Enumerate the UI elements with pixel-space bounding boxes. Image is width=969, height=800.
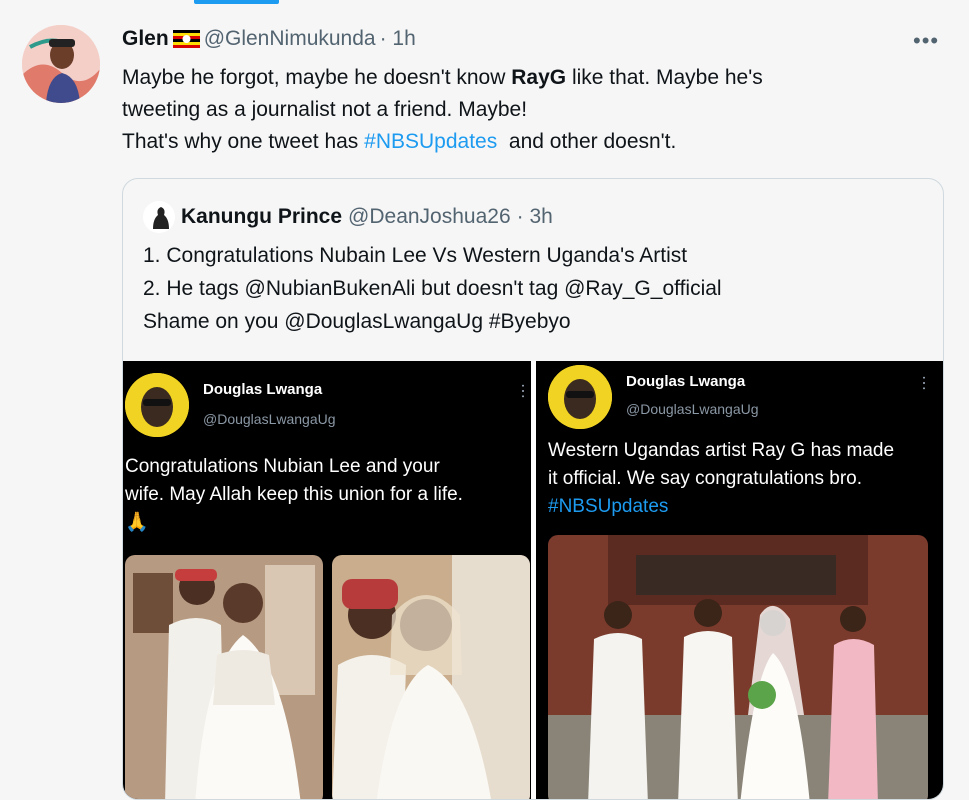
media-image-left[interactable]: Douglas Lwanga @DouglasLwangaUg ⋯ Congra… — [123, 361, 531, 799]
tweet-text: Maybe he forgot, maybe he doesn't know R… — [122, 62, 942, 158]
left-panel-text-line-1: Congratulations Nubian Lee and your — [125, 456, 440, 477]
active-tab-indicator — [194, 0, 279, 4]
text-segment: and other doesn't. — [497, 130, 677, 153]
right-panel-text-line-1: Western Ugandas artist Ray G has made — [548, 440, 895, 461]
wedding-photo-1-image — [125, 555, 323, 799]
hashtag-link[interactable]: #NBSUpdates — [364, 130, 497, 153]
author-handle[interactable]: @GlenNimukunda — [204, 27, 376, 51]
left-panel-text-line-3: 🙏 — [125, 512, 149, 533]
quoted-text-line-2: 2. He tags @NubianBukenAli but doesn't t… — [143, 277, 722, 300]
quoted-media: Douglas Lwanga @DouglasLwangaUg ⋯ Congra… — [123, 361, 943, 799]
quoted-timestamp[interactable]: · 3h — [517, 205, 553, 229]
text-bold-segment: RayG — [511, 66, 567, 89]
quoted-text-line-3: Shame on you @DouglasLwangaUg #Byebyo — [143, 310, 571, 333]
right-panel-more-icon: ⋯ — [915, 375, 932, 391]
left-panel-text-line-2: wife. May Allah keep this union for a li… — [125, 484, 463, 505]
wedding-photo-1 — [125, 555, 323, 799]
tweet-text-line-1: Maybe he forgot, maybe he doesn't know R… — [122, 62, 942, 94]
tweet-text-line-3: That's why one tweet has #NBSUpdates and… — [122, 126, 942, 158]
more-options-icon[interactable]: ••• — [913, 28, 939, 54]
quoted-tweet-text: 1. Congratulations Nubain Lee Vs Western… — [143, 239, 722, 338]
media-image-right[interactable]: Douglas Lwanga @DouglasLwangaUg ⋯ Wester… — [536, 361, 943, 799]
douglas-avatar — [125, 373, 189, 437]
right-panel-text: Western Ugandas artist Ray G has made it… — [548, 437, 894, 521]
avatar[interactable] — [22, 25, 100, 103]
right-panel-author-name: Douglas Lwanga — [626, 373, 746, 390]
author-name[interactable]: Glen — [122, 27, 169, 51]
wedding-photo-2-image — [332, 555, 530, 799]
quoted-author-name[interactable]: Kanungu Prince — [181, 205, 342, 229]
douglas-avatar-illustration — [548, 365, 612, 429]
quoted-author-avatar[interactable] — [143, 201, 175, 233]
douglas-avatar-illustration — [125, 373, 189, 437]
tweet-text-line-2: tweeting as a journalist not a friend. M… — [122, 98, 528, 121]
quoted-text-line-1: 1. Congratulations Nubain Lee Vs Western… — [143, 244, 688, 267]
right-panel-hashtag: #NBSUpdates — [548, 496, 669, 517]
right-panel-text-line-2: it official. We say congratulations bro. — [548, 468, 863, 489]
left-panel-author-name: Douglas Lwanga — [203, 381, 323, 398]
douglas-avatar — [548, 365, 612, 429]
quoted-tweet-header: Kanungu Prince @DeanJoshua26 · 3h — [143, 201, 553, 233]
text-segment: like that. Maybe he's — [566, 66, 763, 89]
wedding-group-photo — [548, 535, 928, 799]
wedding-group-photo-image — [548, 535, 928, 799]
left-panel-text: Congratulations Nubian Lee and your wife… — [125, 453, 463, 537]
text-segment: Maybe he forgot, maybe he doesn't know — [122, 66, 512, 89]
quoted-tweet[interactable]: Kanungu Prince @DeanJoshua26 · 3h 1. Con… — [122, 178, 944, 800]
wedding-photo-2 — [332, 555, 530, 799]
tweet-header: Glen @GlenNimukunda · 1h — [122, 27, 416, 51]
quoted-author-handle[interactable]: @DeanJoshua26 — [348, 205, 511, 229]
left-panel-author-handle: @DouglasLwangaUg — [203, 411, 336, 427]
uganda-flag-icon — [172, 30, 200, 48]
text-segment: That's why one tweet has — [122, 130, 365, 153]
left-panel-more-icon: ⋯ — [514, 383, 531, 399]
tweet-timestamp[interactable]: · 1h — [380, 27, 416, 51]
avatar-illustration — [22, 25, 100, 103]
right-panel-author-handle: @DouglasLwangaUg — [626, 401, 759, 417]
